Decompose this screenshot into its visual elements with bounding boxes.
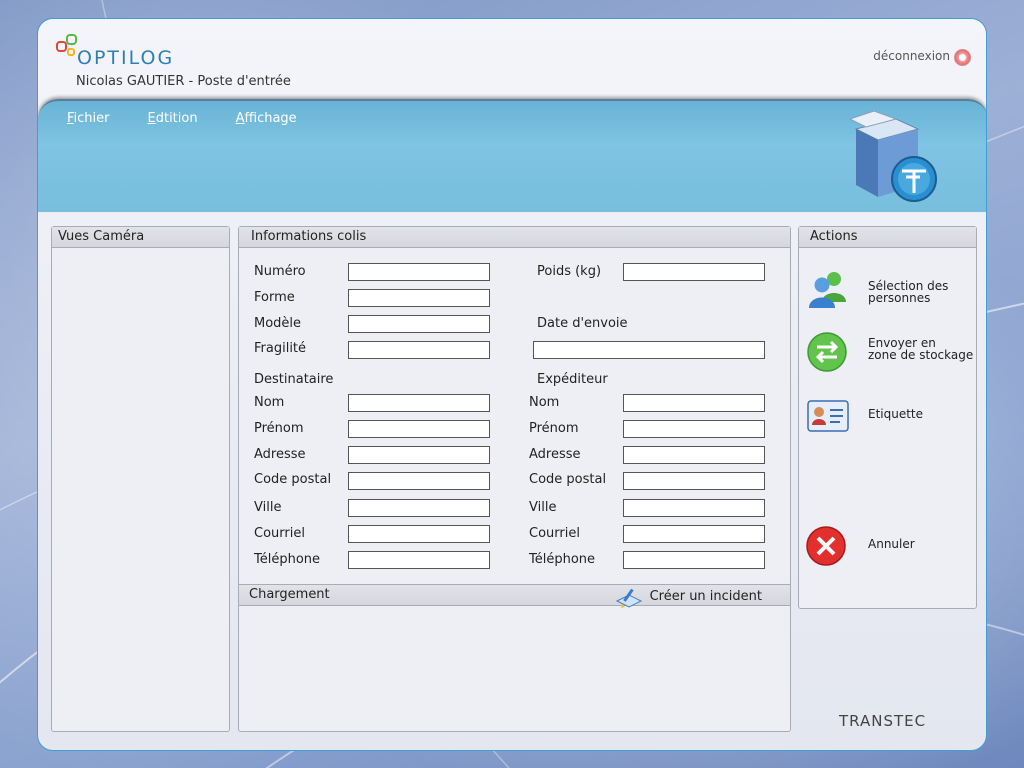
select-persons-line2: personnes (868, 291, 931, 305)
date-envoie-field[interactable] (533, 341, 765, 359)
loading-panel-title: Chargement (249, 587, 330, 602)
exp-ville-label: Ville (529, 500, 557, 515)
id-card-icon (807, 400, 849, 432)
dest-telephone-field[interactable] (348, 551, 490, 569)
exp-nom-label: Nom (529, 395, 560, 410)
dest-prenom-field[interactable] (348, 420, 490, 438)
dest-courriel-field[interactable] (348, 525, 490, 543)
create-incident-icon[interactable] (615, 585, 643, 611)
exp-code-postal-label: Code postal (529, 472, 607, 487)
modele-field[interactable] (348, 315, 490, 333)
dest-code-postal-field[interactable] (348, 472, 490, 490)
numero-field[interactable] (348, 263, 490, 281)
poids-field[interactable] (623, 263, 765, 281)
exp-adresse-field[interactable] (623, 446, 765, 464)
create-incident-button[interactable]: Créer un incident (650, 587, 762, 607)
parcel-info-panel: Informations colis Numéro Poids (kg) For… (238, 226, 791, 585)
exp-code-postal-field[interactable] (623, 472, 765, 490)
dest-telephone-label: Téléphone (254, 552, 321, 567)
parcel-info-title: Informations colis (239, 227, 790, 248)
exp-courriel-field[interactable] (623, 525, 765, 543)
transtec-brand: TRANSTEC (839, 712, 927, 730)
actions-panel: Actions Sélection des personnes Envoyer … (798, 226, 977, 609)
user-station-label: Nicolas GAUTIER - Poste d'entrée (76, 74, 291, 89)
dest-adresse-label: Adresse (254, 447, 306, 462)
expediteur-heading: Expéditeur (537, 372, 608, 387)
loading-panel: Chargement Créer un incident (238, 584, 791, 732)
modele-label: Modèle (254, 316, 302, 331)
exp-prenom-label: Prénom (529, 421, 579, 436)
label-button-text: Etiquette (868, 407, 924, 421)
exp-telephone-label: Téléphone (529, 552, 596, 567)
logout-link[interactable]: déconnexion (873, 49, 950, 63)
camera-panel: Vues Caméra (51, 226, 230, 732)
header-banner: Fichier Edtition Affichage (38, 99, 986, 212)
send-to-storage-line2: zone de stockage (868, 348, 974, 362)
logout-icon[interactable] (954, 49, 971, 66)
exp-telephone-field[interactable] (623, 551, 765, 569)
label-button[interactable]: Etiquette (799, 391, 976, 439)
cancel-button[interactable]: Annuler (799, 520, 976, 568)
exp-prenom-field[interactable] (623, 420, 765, 438)
send-to-storage-button[interactable]: Envoyer en zone de stockage (799, 326, 976, 374)
numero-label: Numéro (254, 264, 306, 279)
exp-ville-field[interactable] (623, 499, 765, 517)
loading-panel-header: Chargement Créer un incident (239, 585, 790, 608)
package-box-icon (848, 110, 937, 202)
cancel-button-text: Annuler (868, 537, 915, 551)
menu-fichier[interactable]: Fichier (67, 111, 110, 126)
dest-adresse-field[interactable] (348, 446, 490, 464)
menu-edition[interactable]: Edtition (148, 111, 198, 126)
date-envoie-label: Date d'envoie (537, 316, 628, 331)
destinataire-heading: Destinataire (254, 372, 334, 387)
swap-arrows-icon (807, 332, 847, 372)
forme-label: Forme (254, 290, 295, 305)
dest-prenom-label: Prénom (254, 421, 304, 436)
dest-nom-field[interactable] (348, 394, 490, 412)
dest-ville-field[interactable] (348, 499, 490, 517)
menu-affichage[interactable]: Affichage (236, 111, 297, 126)
users-icon (809, 272, 846, 308)
exp-courriel-label: Courriel (529, 526, 580, 541)
app-window: OPTILOG Nicolas GAUTIER - Poste d'entrée… (37, 18, 987, 751)
camera-panel-title: Vues Caméra (52, 227, 229, 248)
cancel-icon (806, 526, 846, 566)
exp-nom-field[interactable] (623, 394, 765, 412)
menu-bar: Fichier Edtition Affichage (67, 111, 297, 126)
select-persons-button[interactable]: Sélection des personnes (799, 264, 976, 312)
dest-nom-label: Nom (254, 395, 285, 410)
dest-courriel-label: Courriel (254, 526, 305, 541)
app-logo-text: OPTILOG (77, 47, 175, 69)
dest-ville-label: Ville (254, 500, 282, 515)
fragilite-label: Fragilité (254, 341, 307, 356)
exp-adresse-label: Adresse (529, 447, 581, 462)
forme-field[interactable] (348, 289, 490, 307)
poids-label: Poids (kg) (537, 264, 602, 279)
actions-panel-title: Actions (799, 227, 976, 248)
dest-code-postal-label: Code postal (254, 472, 332, 487)
fragilite-field[interactable] (348, 341, 490, 359)
